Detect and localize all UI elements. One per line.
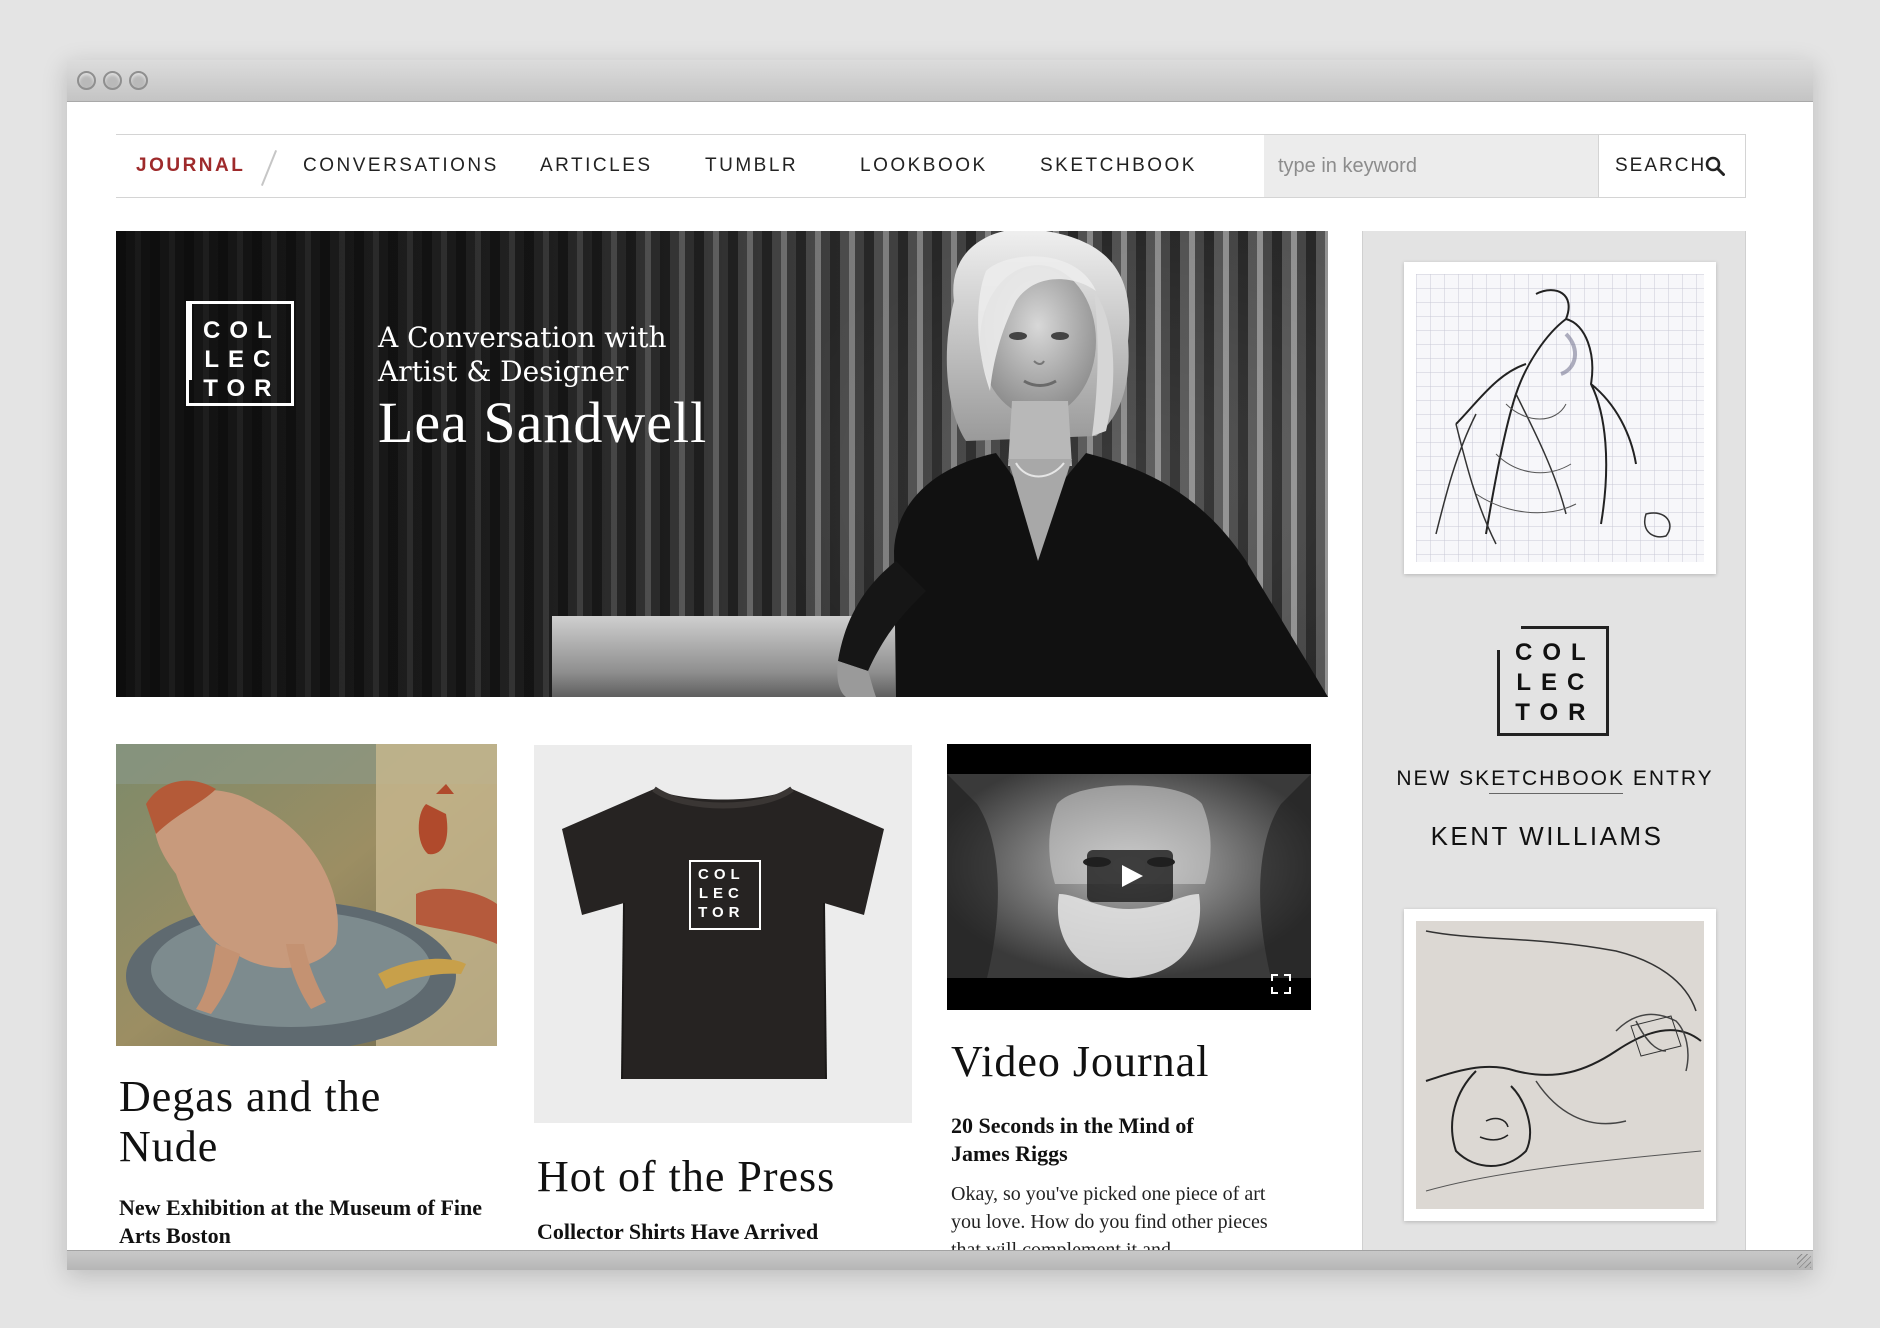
zoom-window-button[interactable]	[129, 71, 148, 90]
page-content: JOURNAL CONVERSATIONS ARTICLES TUMBLR LO…	[67, 102, 1813, 1250]
logo-line-1: COL	[203, 317, 281, 344]
hero-portrait-image	[837, 231, 1328, 697]
hero-banner[interactable]: COL LEC TOR A Conversation with Artist &…	[116, 231, 1328, 697]
tshirt-logo-line-3: TOR	[698, 904, 745, 921]
tshirt-logo-line-2: LEC	[698, 885, 744, 902]
hero-subtitle: A Conversation with Artist & Designer	[378, 321, 666, 389]
sidebar-logo-line-1: COL	[1515, 639, 1596, 666]
figure-sketch-image	[1416, 274, 1704, 562]
nav-conversations[interactable]: CONVERSATIONS	[303, 135, 499, 197]
nav-lookbook[interactable]: LOOKBOOK	[860, 135, 988, 197]
sketch-thumbnail-bottom-inner	[1416, 921, 1704, 1209]
main-nav: JOURNAL CONVERSATIONS ARTICLES TUMBLR LO…	[116, 134, 1746, 198]
play-button[interactable]	[1087, 850, 1173, 902]
hero-title: Lea Sandwell	[378, 390, 708, 455]
hero-subtitle-line-1: A Conversation with	[378, 321, 667, 354]
card-shirt-title[interactable]: Hot of the Press	[537, 1152, 907, 1202]
status-bar	[67, 1250, 1813, 1270]
tshirt-logo: COL LEC TOR	[698, 865, 745, 922]
degas-painting	[116, 744, 497, 1046]
sidebar: COL LEC TOR NEW SKETCHBOOK ENTRY KENT WI…	[1362, 231, 1746, 1250]
sidebar-collector-logo: COL LEC TOR	[1497, 626, 1609, 736]
tshirt-image[interactable]: COL LEC TOR	[534, 745, 912, 1123]
card-shirt-subtitle[interactable]: Collector Shirts Have Arrived	[537, 1218, 907, 1246]
search-icon	[1705, 156, 1725, 176]
minimize-window-button[interactable]	[103, 71, 122, 90]
tshirt-graphic	[562, 786, 884, 1080]
nav-divider	[260, 150, 278, 186]
card-video-excerpt: Okay, so you've picked one piece of art …	[951, 1183, 1268, 1250]
sidebar-divider	[1489, 793, 1623, 794]
card-video-title[interactable]: Video Journal	[951, 1037, 1311, 1087]
sketch-thumbnail-bottom[interactable]	[1404, 909, 1716, 1221]
title-bar	[67, 60, 1813, 102]
card-degas-title[interactable]: Degas and the Nude	[119, 1072, 489, 1172]
resize-grip-icon[interactable]	[1797, 1254, 1811, 1268]
reclining-figure-sketch-image	[1416, 921, 1704, 1209]
sketch-thumbnail-top[interactable]	[1404, 262, 1716, 574]
nav-tumblr[interactable]: TUMBLR	[705, 135, 798, 197]
logo-line-2: LEC	[204, 346, 280, 373]
fullscreen-icon[interactable]	[1269, 972, 1293, 996]
tshirt-logo-line-1: COL	[698, 866, 745, 883]
search-button[interactable]: SEARCH	[1598, 135, 1746, 197]
collector-logo: COL LEC TOR	[186, 301, 294, 406]
sidebar-logo-line-2: LEC	[1516, 669, 1595, 696]
sidebar-artist-name[interactable]: KENT WILLIAMS	[1355, 821, 1739, 852]
search-input[interactable]	[1264, 135, 1598, 197]
card-video-subtitle[interactable]: 20 Seconds in the Mind of James Riggs	[951, 1112, 1251, 1168]
close-window-button[interactable]	[77, 71, 96, 90]
card-degas-subtitle[interactable]: New Exhibition at the Museum of Fine Art…	[119, 1194, 489, 1250]
play-icon	[1122, 865, 1143, 887]
video-player[interactable]	[947, 744, 1311, 1010]
hero-subtitle-line-2: Artist & Designer	[378, 355, 629, 388]
nav-journal[interactable]: JOURNAL	[136, 135, 245, 197]
degas-painting-image[interactable]	[116, 744, 497, 1046]
search-button-label: SEARCH	[1615, 155, 1707, 176]
nav-articles[interactable]: ARTICLES	[540, 135, 653, 197]
nav-sketchbook[interactable]: SKETCHBOOK	[1040, 135, 1197, 197]
browser-window: JOURNAL CONVERSATIONS ARTICLES TUMBLR LO…	[67, 60, 1813, 1270]
sketch-thumbnail-top-inner	[1416, 274, 1704, 562]
sidebar-entry-label[interactable]: NEW SKETCHBOOK ENTRY	[1363, 767, 1747, 791]
sidebar-logo-line-3: TOR	[1515, 699, 1596, 726]
logo-line-3: TOR	[203, 375, 281, 402]
